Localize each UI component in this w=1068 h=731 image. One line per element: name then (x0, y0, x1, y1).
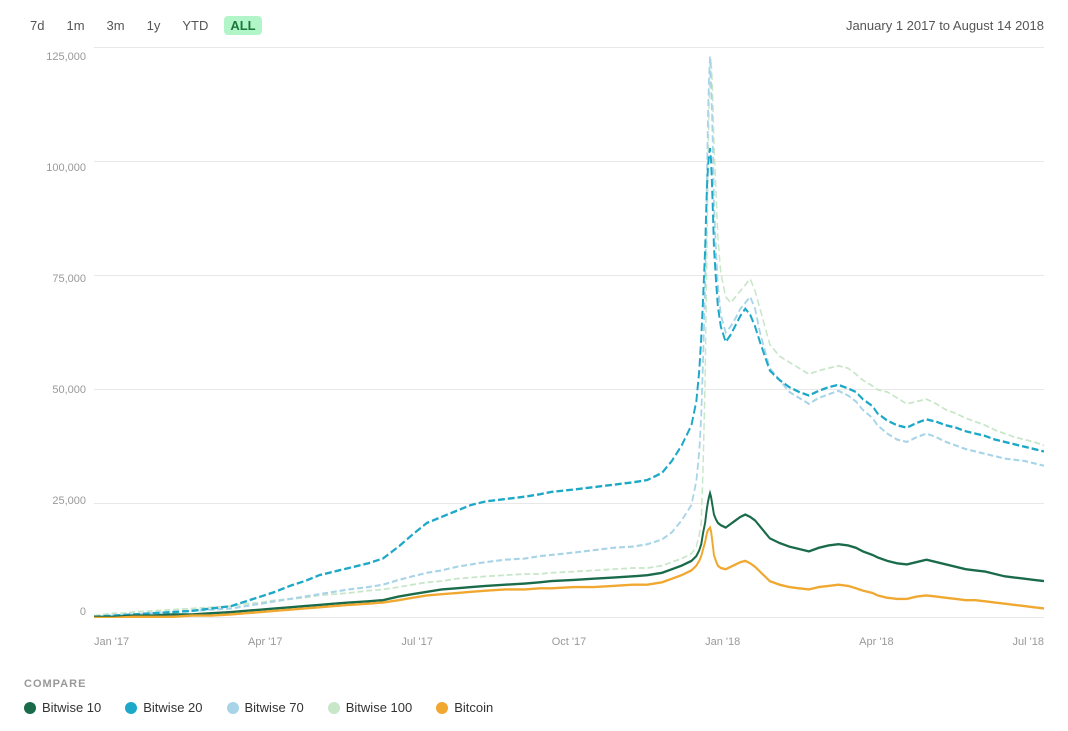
x-label-apr18: Apr '18 (859, 636, 894, 648)
filter-ytd[interactable]: YTD (176, 16, 214, 35)
y-label-0: 0 (24, 606, 94, 618)
x-label-jul17: Jul '17 (401, 636, 432, 648)
chart-area: 125,000 100,000 75,000 50,000 25,000 0 (24, 47, 1044, 648)
bitwise100-line (94, 59, 1044, 616)
x-axis: Jan '17 Apr '17 Jul '17 Oct '17 Jan '18 … (94, 618, 1044, 648)
compare-label: COMPARE (24, 678, 1044, 690)
filter-7d[interactable]: 7d (24, 16, 50, 35)
x-label-jan18: Jan '18 (705, 636, 740, 648)
chart-container: 7d 1m 3m 1y YTD ALL January 1 2017 to Au… (0, 0, 1068, 731)
legend-items: Bitwise 10 Bitwise 20 Bitwise 70 Bitwise… (24, 700, 1044, 715)
bitwise100-dot (328, 702, 340, 714)
bitwise70-dot (227, 702, 239, 714)
bitwise20-line (94, 148, 1044, 617)
filter-3m[interactable]: 3m (101, 16, 131, 35)
bitwise100-label: Bitwise 100 (346, 700, 412, 715)
bitwise10-label: Bitwise 10 (42, 700, 101, 715)
x-label-jul18: Jul '18 (1013, 636, 1044, 648)
legend-item-bitwise70: Bitwise 70 (227, 700, 304, 715)
bitcoin-label: Bitcoin (454, 700, 493, 715)
legend-item-bitcoin: Bitcoin (436, 700, 493, 715)
filter-1y[interactable]: 1y (141, 16, 167, 35)
legend-item-bitwise20: Bitwise 20 (125, 700, 202, 715)
time-filters: 7d 1m 3m 1y YTD ALL (24, 16, 262, 35)
y-axis: 125,000 100,000 75,000 50,000 25,000 0 (24, 47, 94, 648)
filter-all[interactable]: ALL (224, 16, 261, 35)
legend-item-bitwise10: Bitwise 10 (24, 700, 101, 715)
chart-svg (94, 47, 1044, 618)
y-label-125k: 125,000 (24, 51, 94, 63)
top-bar: 7d 1m 3m 1y YTD ALL January 1 2017 to Au… (24, 16, 1044, 35)
bitwise10-dot (24, 702, 36, 714)
legend-section: COMPARE Bitwise 10 Bitwise 20 Bitwise 70… (24, 668, 1044, 715)
bitwise20-label: Bitwise 20 (143, 700, 202, 715)
chart-plot: Jan '17 Apr '17 Jul '17 Oct '17 Jan '18 … (94, 47, 1044, 648)
bitcoin-dot (436, 702, 448, 714)
y-label-25k: 25,000 (24, 495, 94, 507)
bitwise70-line (94, 57, 1044, 617)
filter-1m[interactable]: 1m (60, 16, 90, 35)
x-label-oct17: Oct '17 (552, 636, 587, 648)
x-label-jan17: Jan '17 (94, 636, 129, 648)
y-label-100k: 100,000 (24, 162, 94, 174)
y-label-50k: 50,000 (24, 384, 94, 396)
legend-item-bitwise100: Bitwise 100 (328, 700, 412, 715)
x-label-apr17: Apr '17 (248, 636, 283, 648)
date-range: January 1 2017 to August 14 2018 (846, 18, 1044, 33)
bitwise20-dot (125, 702, 137, 714)
y-label-75k: 75,000 (24, 273, 94, 285)
bitwise70-label: Bitwise 70 (245, 700, 304, 715)
